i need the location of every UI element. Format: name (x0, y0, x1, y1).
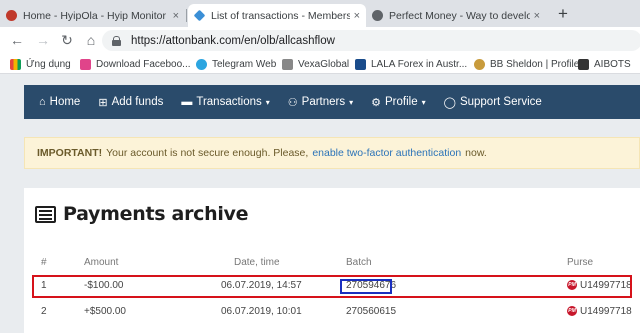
nav-label: Transactions (196, 96, 262, 108)
purse-id: U14997718 (580, 306, 632, 317)
chevron-down-icon: ▾ (421, 97, 426, 107)
page-content: ⌂ Home ⊞ Add funds ▬ Transactions ▾ ⚇ Pa… (0, 75, 640, 333)
bookmark-lala-forex[interactable]: LALA Forex in Austr... (355, 56, 467, 72)
nav-label: Partners (301, 96, 346, 108)
bookmark-telegram-web[interactable]: Telegram Web (196, 56, 276, 72)
nav-add-funds[interactable]: ⊞ Add funds (98, 96, 163, 109)
close-tab-icon[interactable]: × (354, 10, 360, 22)
close-tab-icon[interactable]: × (173, 10, 179, 22)
url-text: https://attonbank.com/en/olb/allcashflow (131, 34, 335, 47)
header-date: Date, time (234, 257, 280, 268)
chevron-down-icon: ▾ (349, 97, 354, 107)
chevron-down-icon: ▾ (265, 97, 270, 107)
page-title: Payments archive (35, 203, 249, 225)
bookmark-bb-sheldon[interactable]: BB Sheldon | Profile (474, 56, 579, 72)
bookmark-aibots[interactable]: AIBOTS (578, 56, 631, 72)
bookmark-label: LALA Forex in Austr... (371, 58, 468, 70)
new-tab-button[interactable]: + (553, 4, 573, 24)
table-row[interactable]: 2 +$500.00 06.07.2019, 10:01 270560615 P… (24, 301, 640, 323)
bb-sheldon-icon (474, 58, 485, 70)
payments-archive-card: Payments archive # Amount Date, time Bat… (24, 188, 640, 333)
perfect-money-icon: PM (567, 306, 577, 317)
nav-support-service[interactable]: ◯ Support Service (444, 96, 542, 109)
row-date: 06.07.2019, 10:01 (221, 306, 302, 317)
nav-home[interactable]: ⌂ Home (39, 96, 80, 108)
back-arrow-icon[interactable]: ← (8, 31, 26, 49)
highlight-batch-box (340, 279, 392, 294)
nav-transactions[interactable]: ▬ Transactions ▾ (181, 96, 269, 108)
row-num: 2 (41, 306, 47, 317)
highlight-row-box (32, 275, 632, 298)
download-facebook-icon (80, 58, 91, 70)
alert-strong: IMPORTANT! (37, 147, 103, 159)
security-alert: IMPORTANT! Your account is not secure en… (24, 137, 640, 169)
lala-forex-icon (355, 58, 366, 70)
chat-icon: ◯ (443, 96, 456, 109)
header-purse: Purse (567, 257, 594, 268)
row-amount: +$500.00 (84, 306, 126, 317)
alert-text: Your account is not secure enough. Pleas… (106, 147, 309, 159)
browser-toolbar: ← → ↻ ⌂ https://attonbank.com/en/olb/all… (0, 27, 640, 54)
list-icon (35, 205, 56, 223)
bookmark-label: Download Faceboo... (96, 58, 191, 70)
apps-grid-icon (10, 58, 21, 70)
nav-label: Profile (385, 96, 418, 108)
globe-icon (372, 10, 383, 21)
lock-icon (112, 35, 121, 46)
reload-icon[interactable]: ↻ (58, 31, 76, 49)
users-icon: ⚇ (287, 96, 298, 109)
attonbank-favicon-icon (193, 9, 206, 22)
bookmark-label: Ứng dụng (26, 58, 71, 70)
header-num: # (41, 257, 47, 268)
enable-2fa-link[interactable]: enable two-factor authentication (312, 147, 461, 159)
home-icon[interactable]: ⌂ (82, 31, 100, 49)
alert-tail: now. (465, 147, 487, 159)
hyipola-favicon-icon (6, 10, 17, 21)
header-batch: Batch (346, 257, 372, 268)
close-tab-icon[interactable]: × (534, 10, 540, 22)
gear-icon: ⚙ (371, 96, 382, 109)
card-icon: ▬ (181, 96, 193, 108)
vexaglobal-icon (282, 58, 293, 70)
bookmark-label: Telegram Web (212, 58, 277, 70)
bookmark-vexaglobal[interactable]: VexaGlobal (282, 56, 349, 72)
nav-label: Support Service (459, 96, 542, 108)
tab-hyipola[interactable]: Home - HyipOla - Hyip Monitor | × (0, 4, 185, 27)
row-purse: PM U14997718 (567, 306, 632, 317)
forward-arrow-icon[interactable]: → (34, 31, 52, 49)
telegram-icon (196, 58, 207, 70)
main-navbar: ⌂ Home ⊞ Add funds ▬ Transactions ▾ ⚇ Pa… (24, 85, 640, 119)
bookmark-label: BB Sheldon | Profile (490, 58, 580, 70)
tab-separator (186, 9, 187, 22)
tab-title: Perfect Money - Way to develop (389, 9, 530, 22)
plus-box-icon: ⊞ (98, 96, 108, 109)
browser-tab-strip: Home - HyipOla - Hyip Monitor | × List o… (0, 0, 640, 27)
bookmark-label: AIBOTS (594, 58, 631, 70)
tab-perfect-money[interactable]: Perfect Money - Way to develop × (366, 4, 546, 27)
bookmark-label: VexaGlobal (298, 58, 350, 70)
nav-label: Add funds (111, 96, 164, 108)
bookmark-download-facebook[interactable]: Download Faceboo... (80, 56, 191, 72)
tab-title: List of transactions - Members ar (211, 9, 350, 22)
nav-partners[interactable]: ⚇ Partners ▾ (288, 96, 353, 109)
tab-transactions[interactable]: List of transactions - Members ar × (188, 4, 366, 27)
bookmarks-bar: Ứng dụng Download Faceboo... Telegram We… (0, 54, 640, 74)
aibots-icon (578, 58, 589, 70)
address-bar[interactable]: https://attonbank.com/en/olb/allcashflow (102, 30, 640, 51)
title-text: Payments archive (63, 203, 249, 225)
row-batch: 270560615 (346, 306, 397, 317)
tab-title: Home - HyipOla - Hyip Monitor | (23, 9, 169, 22)
nav-profile[interactable]: ⚙ Profile ▾ (371, 96, 426, 109)
home-icon: ⌂ (39, 96, 46, 108)
bookmark-apps[interactable]: Ứng dụng (10, 56, 71, 72)
header-amount: Amount (84, 257, 119, 268)
nav-label: Home (49, 96, 81, 108)
